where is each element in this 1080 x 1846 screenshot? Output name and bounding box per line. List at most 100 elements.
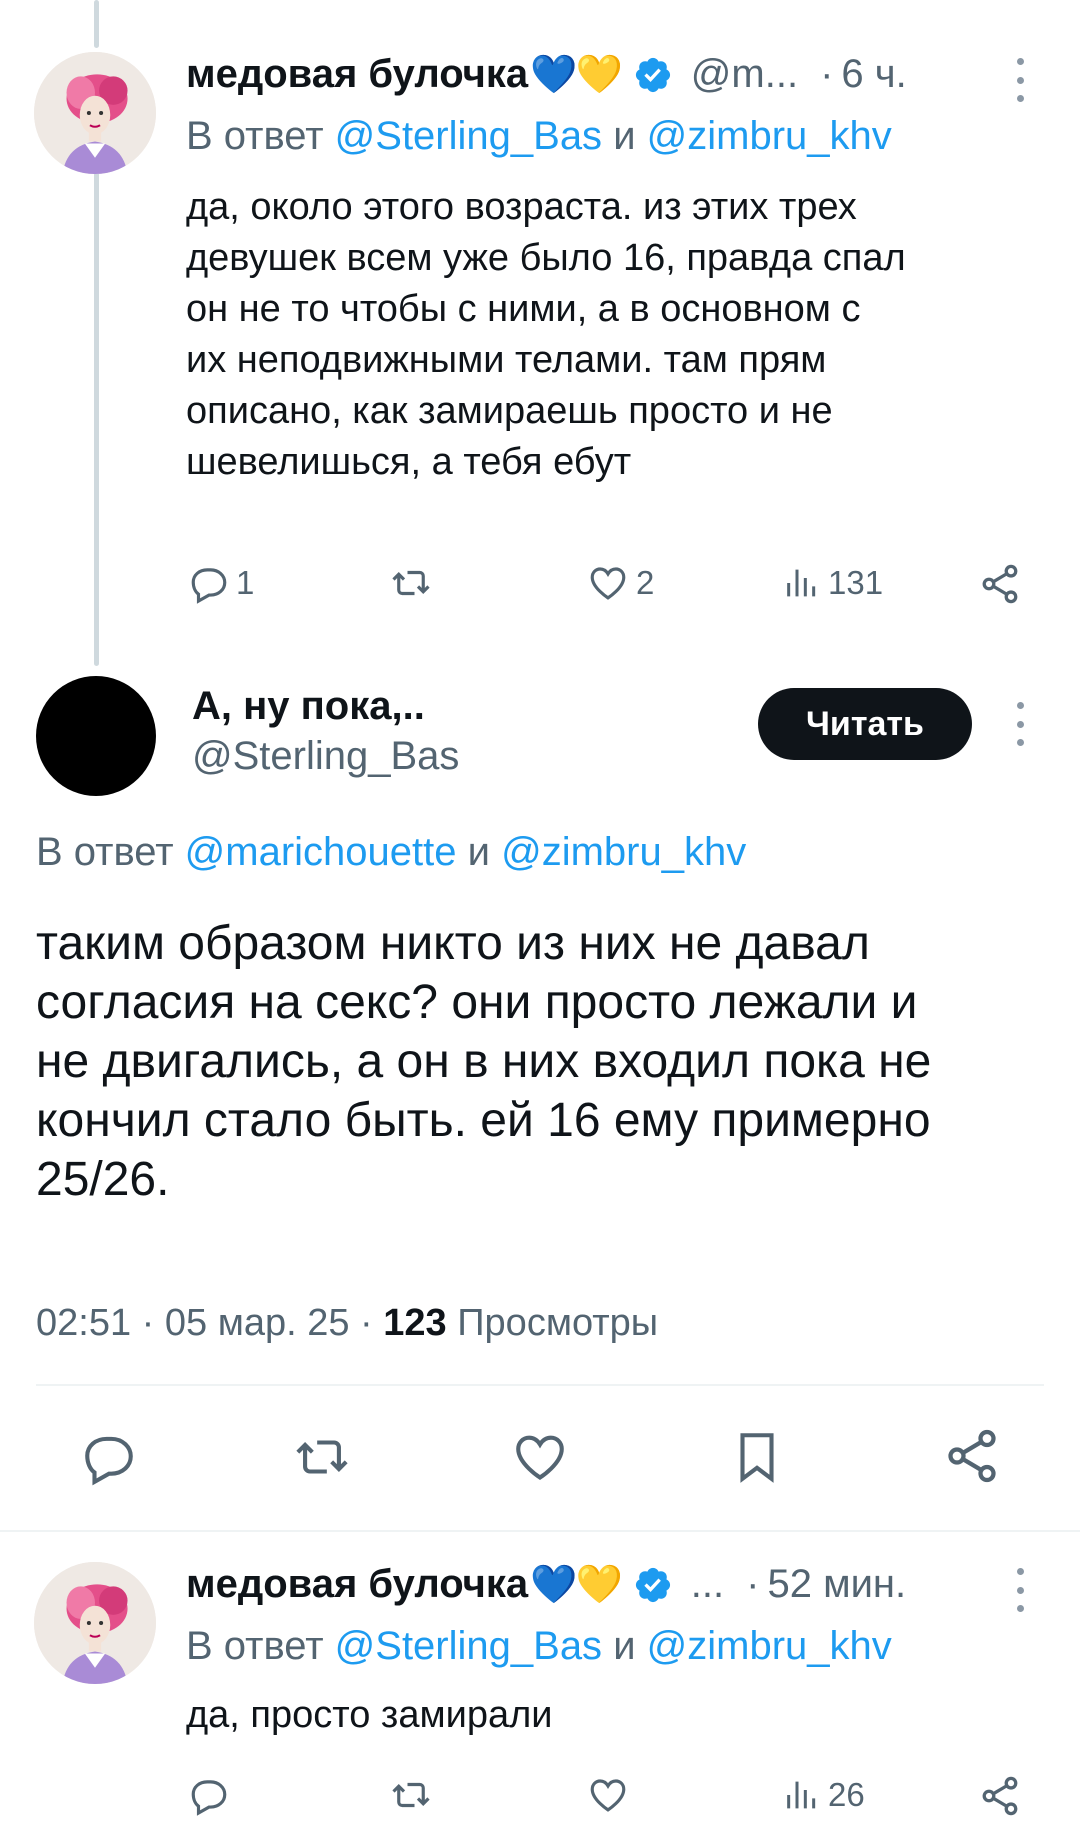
text-line: шевелишься, а тебя ебут [186, 441, 632, 483]
views-count: 123 [383, 1302, 447, 1344]
views-label: Просмотры [457, 1302, 659, 1344]
text-line: 25/26. [36, 1153, 170, 1206]
reply-and: и [613, 114, 636, 158]
text-line: согласия на секс? они просто лежали и [36, 976, 918, 1029]
bookmark-icon [740, 1433, 774, 1483]
reply-and: и [613, 1624, 636, 1668]
verified-icon [635, 57, 670, 92]
retweet-icon [392, 1782, 430, 1808]
text-line: таким образом никто из них не давал [36, 917, 870, 970]
meta-dot: · [360, 1302, 373, 1344]
separator-dot: · [746, 1562, 760, 1606]
views-count: 131 [828, 564, 884, 601]
reply-prefix: В ответ [36, 830, 174, 874]
tweet-meta: 02:51 · 05 мар. 25 · 123 Просмотры [36, 1302, 658, 1345]
handle[interactable]: @m... [691, 52, 798, 97]
like-button[interactable] [510, 1428, 570, 1486]
text-line: не двигались, а он в них входил пока не [36, 1035, 932, 1088]
avatar[interactable] [34, 1562, 156, 1684]
like-count: 2 [636, 564, 655, 601]
share-icon [982, 564, 1018, 604]
reply-button[interactable] [80, 1428, 138, 1486]
views-button[interactable]: 26 [782, 1774, 865, 1816]
reply-prefix: В ответ [186, 1624, 324, 1668]
display-name[interactable]: медовая булочка [186, 1562, 528, 1607]
text-line: описано, как замираешь просто и не [186, 390, 833, 432]
like-icon [590, 567, 626, 600]
display-name[interactable]: медовая булочка [186, 52, 528, 97]
like-button[interactable]: 2 [586, 562, 654, 604]
main-display-name[interactable]: А, ну пока,.. [192, 684, 425, 729]
like-icon [590, 1779, 626, 1812]
text-line: он не то чтобы с ними, а в основном с [186, 288, 861, 330]
post-date[interactable]: 05 мар. 25 [165, 1302, 350, 1344]
reply-to-line: В ответ @Sterling_Bas и @zimbru_khv [186, 1624, 892, 1669]
views-icon [787, 569, 816, 597]
share-icon [982, 1776, 1018, 1816]
reply-icon [85, 1436, 133, 1486]
mention-link[interactable]: @Sterling_Bas [335, 114, 602, 158]
share-button[interactable] [942, 1426, 1002, 1486]
reply-icon [191, 568, 227, 604]
text-line: да, около этого возраста. из этих трех [186, 186, 857, 228]
reply-icon [191, 1780, 227, 1816]
avatar-illustration [34, 1562, 156, 1684]
follow-button[interactable]: Читать [758, 688, 972, 760]
mention-link[interactable]: @zimbru_khv [501, 830, 746, 874]
reply-and: и [467, 830, 490, 874]
reply-count: 1 [236, 564, 255, 601]
views-count: 26 [828, 1776, 865, 1813]
retweet-icon [296, 1440, 348, 1474]
text-line: девушек всем уже было 16, правда спал [186, 237, 906, 279]
tweet-text: да, около этого возраста. из этих трех д… [186, 182, 906, 488]
reply-prefix: В ответ [186, 114, 324, 158]
views-button[interactable]: 131 [782, 562, 883, 604]
share-icon [948, 1429, 996, 1483]
emoji-hearts: 💙💛 [530, 1563, 623, 1606]
verified-icon [635, 1567, 670, 1602]
separator-dot: · [820, 52, 834, 96]
more-icon[interactable] [1008, 702, 1032, 746]
divider [36, 1384, 1044, 1386]
share-button[interactable] [978, 1774, 1022, 1818]
avatar[interactable] [34, 52, 156, 174]
text-line: их неподвижными телами. там прям [186, 339, 827, 381]
more-icon[interactable] [1008, 1568, 1032, 1612]
thread-line-top [94, 0, 99, 48]
reply-button[interactable] [188, 1774, 230, 1816]
mention-link[interactable]: @zimbru_khv [647, 114, 892, 158]
avatar[interactable] [36, 676, 156, 796]
text-line: кончил стало быть. ей 16 ему примерно [36, 1094, 931, 1147]
timestamp[interactable]: 6 ч. [841, 52, 906, 97]
main-handle[interactable]: @Sterling_Bas [192, 734, 459, 779]
like-button[interactable] [586, 1774, 630, 1816]
timestamp[interactable]: 52 мин. [767, 1562, 906, 1607]
mention-link[interactable]: @marichouette [185, 830, 457, 874]
meta-dot: · [141, 1302, 155, 1344]
reply-to-line: В ответ @marichouette и @zimbru_khv [36, 830, 746, 875]
bookmark-button[interactable] [728, 1428, 786, 1486]
retweet-icon [392, 570, 430, 596]
retweet-button[interactable] [388, 562, 434, 604]
retweet-button[interactable] [388, 1774, 434, 1816]
retweet-button[interactable] [290, 1428, 354, 1486]
avatar-illustration [34, 52, 156, 174]
tweet-3-header: медовая булочка 💙💛 ... · 52 мин. [186, 1562, 906, 1607]
text-line: да, просто замирали [186, 1694, 553, 1736]
section-divider [0, 1530, 1080, 1532]
tweet-1-header: медовая булочка 💙💛 @m... · 6 ч. [186, 52, 907, 97]
mention-link[interactable]: @zimbru_khv [647, 1624, 892, 1668]
reply-to-line: В ответ @Sterling_Bas и @zimbru_khv [186, 114, 892, 159]
emoji-hearts: 💙💛 [530, 53, 623, 96]
more-icon[interactable] [1008, 58, 1032, 102]
share-button[interactable] [978, 562, 1022, 606]
thread-line [94, 172, 99, 666]
reply-button[interactable]: 1 [188, 562, 254, 604]
tweet-text: да, просто замирали [186, 1690, 553, 1741]
main-tweet-text: таким образом никто из них не давал согл… [36, 914, 931, 1209]
mention-link[interactable]: @Sterling_Bas [335, 1624, 602, 1668]
like-icon [516, 1435, 564, 1480]
post-time[interactable]: 02:51 [36, 1302, 131, 1344]
views-icon [787, 1781, 816, 1809]
handle[interactable]: ... [691, 1562, 724, 1607]
